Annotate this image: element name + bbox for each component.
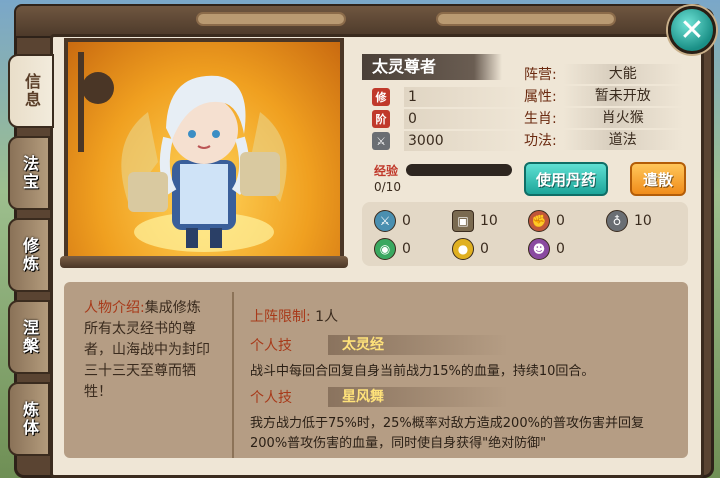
bell-icon: ♁ (606, 210, 628, 232)
equip-slot[interactable]: ✊ 0 (528, 210, 565, 232)
skill-tag: 个人技 (250, 390, 292, 406)
hero-name: 太灵尊者 (362, 54, 502, 80)
attr-label: 功法: (524, 133, 557, 149)
stat-value: 1 (404, 87, 524, 107)
attr-value: 暂未开放 (562, 86, 683, 106)
use-pill-button[interactable]: 使用丹药 (524, 162, 608, 196)
attr-zodiac: 生肖: 肖火猴 (524, 108, 683, 128)
gold-icon: ● (452, 238, 474, 260)
tab-body-refining[interactable]: 炼体 (8, 382, 50, 456)
scroll-ornament (196, 12, 346, 26)
attr-label: 属性: (524, 89, 557, 105)
stat-rank: 阶 0 (372, 108, 524, 130)
tab-cultivate[interactable]: 修炼 (8, 218, 50, 292)
attr-technique: 功法: 道法 (524, 130, 683, 150)
weapon-icon: ⚔ (374, 210, 396, 232)
tab-info[interactable]: 信息 (8, 54, 54, 128)
equip-slot[interactable]: ♁ 10 (606, 210, 652, 232)
stat-level: 修 1 (372, 86, 524, 108)
equip-slot[interactable]: ◉ 0 (374, 238, 411, 260)
equip-slot[interactable]: ▣ 10 (452, 210, 498, 232)
close-button[interactable]: ✕ (668, 6, 716, 54)
tab-treasure[interactable]: 法宝 (8, 136, 50, 210)
armor-icon: ▣ (452, 210, 474, 232)
level-icon: 修 (372, 88, 390, 106)
skill-header: 个人技 星风舞 (250, 386, 508, 408)
attr-faction: 阵营: 大能 (524, 64, 683, 84)
attr-value: 道法 (562, 130, 683, 150)
skill-description: 战斗中每回合回复自身当前战力15%的血量，持续10回合。 (250, 364, 595, 379)
stat-value: 3000 (404, 131, 524, 151)
sword-icon: ⚔ (372, 132, 390, 150)
stat-value: 0 (404, 109, 524, 129)
divider (232, 292, 234, 458)
attr-value: 肖火猴 (562, 108, 683, 128)
equip-value: 10 (480, 213, 498, 229)
equip-value: 0 (402, 241, 411, 257)
window-header (14, 4, 704, 38)
attr-value: 大能 (562, 64, 683, 84)
exp-bar (406, 164, 512, 176)
equip-value: 10 (634, 213, 652, 229)
equip-slot[interactable]: ⚔ 0 (374, 210, 411, 232)
skill-header: 个人技 太灵经 (250, 334, 508, 356)
deploy-limit: 上阵限制: 1人 (250, 306, 338, 326)
exp-text: 0/10 (374, 180, 401, 194)
equip-slot[interactable]: ● 0 (452, 238, 489, 260)
limit-label: 上阵限制: (250, 309, 311, 325)
attr-label: 阵营: (524, 67, 557, 83)
attr-element: 属性: 暂未开放 (524, 86, 683, 106)
skill-name: 星风舞 (328, 387, 508, 407)
skill-tag: 个人技 (250, 338, 292, 354)
hero-intro: 人物介绍:集成修炼所有太灵经书的尊者，山海战中为封印三十三天至尊而牺牲！ (84, 298, 214, 403)
equip-value: 0 (480, 241, 489, 257)
hero-portrait (64, 38, 344, 264)
portrait-base (60, 256, 348, 268)
orb-icon: ◉ (374, 238, 396, 260)
attr-label: 生肖: (524, 111, 557, 127)
hero-sprite (78, 52, 287, 252)
tab-nirvana[interactable]: 涅槃 (8, 300, 50, 374)
intro-label: 人物介绍: (84, 300, 145, 316)
skill-description: 我方战力低于75%时，25%概率对敌方造成200%的普攻伤害并回复200%普攻伤… (250, 416, 644, 451)
limit-value: 1人 (315, 309, 339, 325)
equip-value: 0 (402, 213, 411, 229)
skill-name: 太灵经 (328, 335, 508, 355)
stat-power: ⚔ 3000 (372, 130, 524, 152)
exp-label: 经验 (374, 164, 399, 178)
figure-icon: ☻ (528, 238, 550, 260)
scroll-ornament (436, 12, 616, 26)
fist-icon: ✊ (528, 210, 550, 232)
equip-value: 0 (556, 241, 565, 257)
dismiss-button[interactable]: 遣散 (630, 162, 686, 196)
equip-value: 0 (556, 213, 565, 229)
equip-slot[interactable]: ☻ 0 (528, 238, 565, 260)
rank-icon: 阶 (372, 110, 390, 128)
